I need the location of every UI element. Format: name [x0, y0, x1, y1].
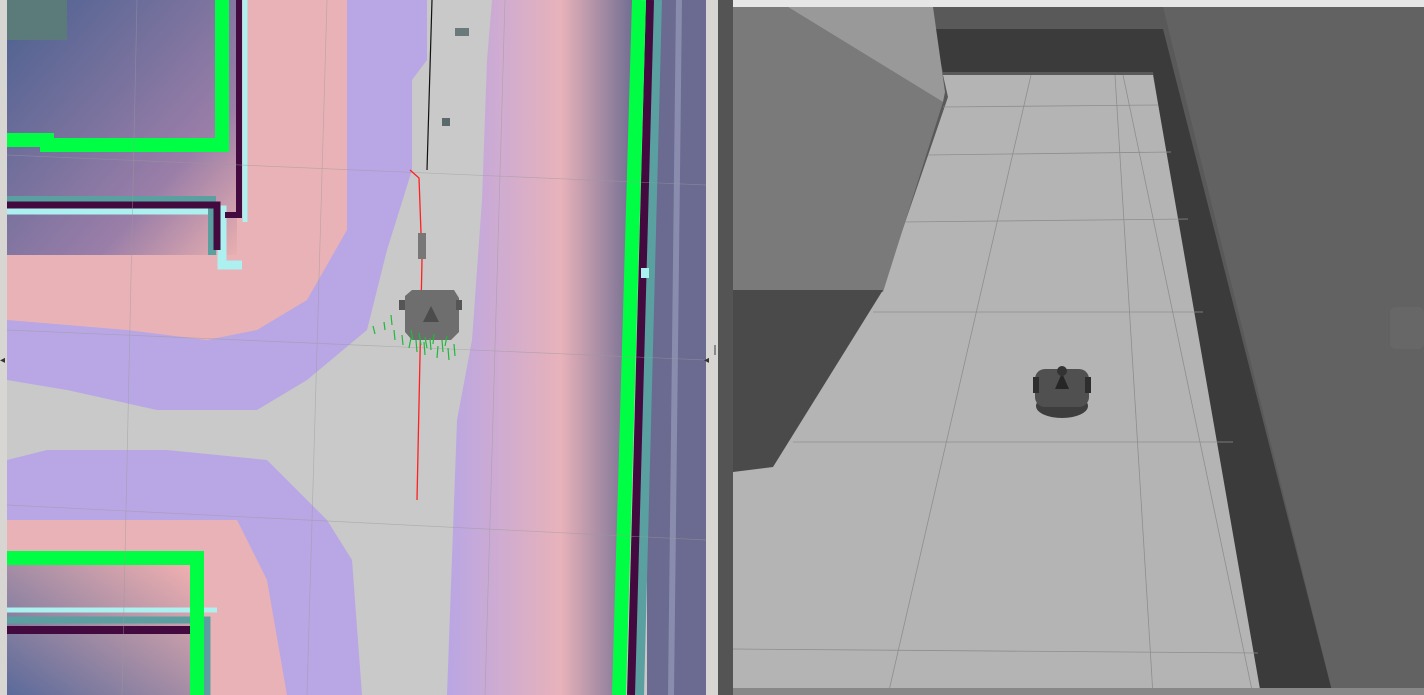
unknown-patch	[7, 0, 67, 40]
left-collapse-icon[interactable]: ◂	[0, 356, 5, 366]
rviz-map-view[interactable]	[7, 0, 706, 695]
view-control-handle[interactable]	[1390, 307, 1424, 349]
scan-marker	[442, 118, 450, 126]
robot-footprint[interactable]	[399, 290, 462, 340]
costmap-canvas[interactable]	[7, 0, 706, 695]
unknown-cell	[641, 268, 649, 278]
scene-canvas[interactable]	[733, 7, 1424, 695]
splitter-grip-icon	[714, 345, 716, 355]
bottom-edge	[733, 688, 1424, 695]
gazebo-3d-view[interactable]	[733, 7, 1424, 695]
robot-model[interactable]	[1033, 366, 1091, 418]
scan-marker	[455, 28, 469, 36]
rviz-panel: ◂ ◂	[0, 0, 712, 695]
right-collapse-icon[interactable]: ◂	[704, 356, 709, 366]
scan-marker	[418, 233, 426, 259]
gazebo-panel	[718, 0, 1424, 695]
